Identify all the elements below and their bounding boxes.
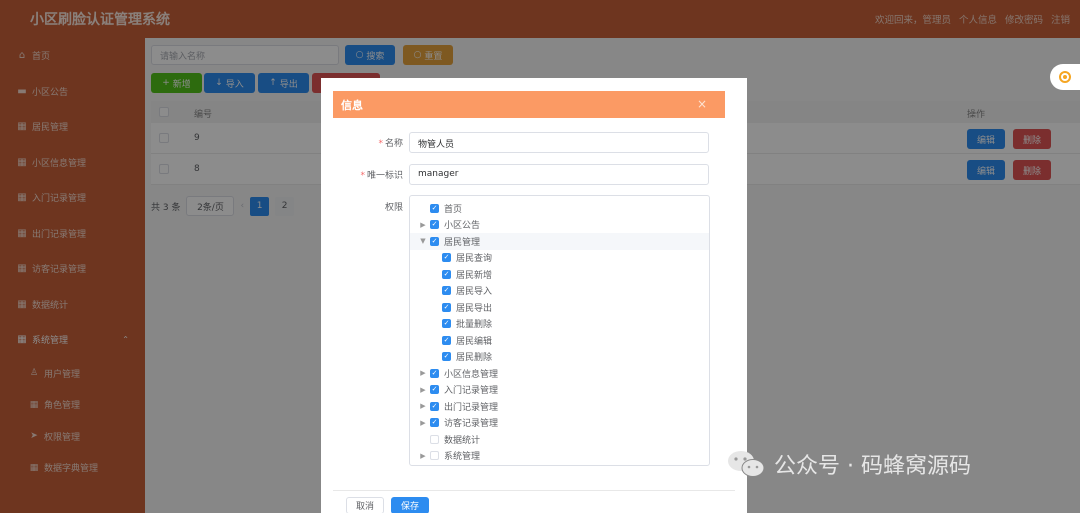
tree-node[interactable]: ✓ 居民导入: [410, 283, 709, 300]
checkbox-unchecked-icon[interactable]: [430, 451, 439, 461]
dialog-header: 信息 ×: [333, 91, 725, 118]
checkbox-checked-icon[interactable]: ✓: [430, 385, 439, 395]
caret-right-icon[interactable]: ▶: [418, 221, 428, 229]
checkbox-checked-icon[interactable]: ✓: [430, 368, 439, 378]
floating-assistant-button[interactable]: [1050, 64, 1080, 90]
tree-node-label: 系统管理: [444, 452, 481, 463]
tree-node[interactable]: 数据统计: [410, 431, 709, 448]
tree-node-label: 居民导入: [456, 287, 493, 298]
checkbox-checked-icon[interactable]: ✓: [442, 302, 451, 312]
tree-node-label: 居民导出: [456, 303, 493, 314]
tree-node[interactable]: ✓ 居民导出: [410, 299, 709, 316]
checkbox-checked-icon[interactable]: ✓: [442, 319, 451, 329]
name-field[interactable]: 物管人员: [409, 132, 709, 153]
save-button[interactable]: 保存: [391, 497, 429, 513]
tree-node[interactable]: ✓ 居民新增: [410, 266, 709, 283]
role-dialog: 信息 × * 名称 物管人员 * 唯一标识 manager 权限 ✓ 首页 ▶ ✓ 小区公…: [321, 78, 747, 513]
checkbox-checked-icon[interactable]: ✓: [442, 253, 451, 263]
caret-right-icon[interactable]: ▶: [418, 452, 428, 460]
tree-node-label: 首页: [444, 204, 463, 215]
tree-node-label: 批量删除: [456, 320, 493, 331]
caret-right-icon[interactable]: ▶: [418, 402, 428, 410]
wechat-icon: [728, 451, 765, 477]
tree-node[interactable]: ▶ ✓ 访客记录管理: [410, 415, 709, 432]
tree-node-label: 小区信息管理: [444, 369, 499, 380]
checkbox-checked-icon[interactable]: ✓: [430, 203, 439, 213]
checkbox-checked-icon[interactable]: ✓: [430, 236, 439, 246]
caret-right-icon[interactable]: ▶: [418, 419, 428, 427]
caret-down-icon[interactable]: ▼: [418, 237, 428, 245]
name-label: * 名称: [378, 139, 403, 149]
tree-node[interactable]: ✓ 批量删除: [410, 316, 709, 333]
tree-node[interactable]: ✓ 居民查询: [410, 250, 709, 267]
tree-node-label: 小区公告: [444, 221, 481, 232]
tree-node-label: 居民管理: [444, 237, 481, 248]
checkbox-checked-icon[interactable]: ✓: [442, 335, 451, 345]
tree-node[interactable]: ▼ ✓ 居民管理: [410, 233, 709, 250]
tree-node[interactable]: ✓ 首页: [410, 200, 709, 217]
checkbox-checked-icon[interactable]: ✓: [442, 269, 451, 279]
caret-right-icon[interactable]: ▶: [418, 369, 428, 377]
permission-tree: ✓ 首页 ▶ ✓ 小区公告 ▼ ✓ 居民管理 ✓ 居民查询 ✓ 居民新增 ✓ 居民导入 ✓ 居民导…: [409, 195, 710, 466]
tree-node-label: 居民查询: [456, 254, 493, 265]
flower-icon: [1059, 71, 1071, 83]
tree-node-label: 居民新增: [456, 270, 493, 281]
tree-node-label: 入门记录管理: [444, 386, 499, 397]
checkbox-unchecked-icon[interactable]: [430, 434, 439, 444]
key-label: * 唯一标识: [360, 171, 403, 181]
tree-node-label: 居民删除: [456, 353, 493, 364]
close-icon[interactable]: ×: [697, 97, 707, 111]
checkbox-checked-icon[interactable]: ✓: [430, 401, 439, 411]
dialog-title: 信息: [341, 99, 363, 112]
tree-node-label: 出门记录管理: [444, 402, 499, 413]
tree-node[interactable]: ▶ 系统管理: [410, 448, 709, 465]
name-label-text: 名称: [384, 139, 403, 149]
checkbox-checked-icon[interactable]: ✓: [430, 418, 439, 428]
dialog-footer-divider: [333, 490, 735, 491]
tree-node[interactable]: ✓ 居民编辑: [410, 332, 709, 349]
cancel-button[interactable]: 取消: [346, 497, 384, 513]
tree-node[interactable]: ▶ ✓ 入门记录管理: [410, 382, 709, 399]
tree-node-label: 数据统计: [444, 435, 481, 446]
checkbox-checked-icon[interactable]: ✓: [430, 220, 439, 230]
tree-node[interactable]: ▶ ✓ 出门记录管理: [410, 398, 709, 415]
tree-node[interactable]: ▶ ✓ 小区信息管理: [410, 365, 709, 382]
watermark: 公众号 · 码蜂窝源码: [726, 448, 971, 480]
tree-node-label: 访客记录管理: [444, 419, 499, 430]
tree-node[interactable]: ✓ 居民删除: [410, 349, 709, 366]
permission-label: 权限: [384, 203, 403, 213]
tree-node[interactable]: ▶ ✓ 小区公告: [410, 217, 709, 234]
caret-right-icon[interactable]: ▶: [418, 386, 428, 394]
checkbox-checked-icon[interactable]: ✓: [442, 286, 451, 296]
tree-node-label: 居民编辑: [456, 336, 493, 347]
key-field[interactable]: manager: [409, 164, 709, 185]
key-label-text: 唯一标识: [366, 171, 403, 181]
checkbox-checked-icon[interactable]: ✓: [442, 352, 451, 362]
watermark-text: 公众号 · 码蜂窝源码: [774, 454, 971, 479]
